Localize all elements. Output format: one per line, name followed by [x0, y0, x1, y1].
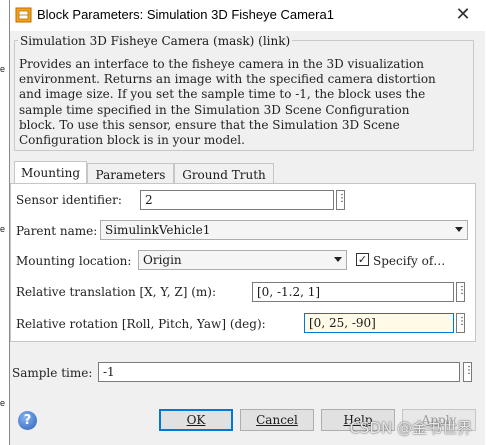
ok-button-label: OK: [186, 413, 206, 427]
sample-time-label: Sample time:: [12, 366, 93, 380]
mask-title: Simulation 3D Fisheye Camera (mask) (lin…: [18, 34, 293, 48]
tab-ground-truth[interactable]: Ground Truth: [174, 163, 274, 185]
relative-translation-field[interactable]: [0, -1.2, 1]: [252, 282, 454, 302]
mask-description: Provides an interface to the fisheye cam…: [19, 57, 436, 148]
specify-offset-label: Specify of…: [373, 254, 446, 268]
sample-time-more-icon[interactable]: ⋮: [463, 362, 474, 382]
active-tab-joiner: [15, 184, 88, 186]
cancel-button[interactable]: Cancel: [240, 409, 314, 431]
parent-name-value: SimulinkVehicle1: [105, 223, 211, 237]
mounting-location-dropdown[interactable]: Origin: [138, 250, 347, 270]
background-text-fragment: e: [0, 64, 6, 74]
relative-translation-more-icon[interactable]: ⋮: [456, 282, 467, 302]
mounting-location-label: Mounting location:: [16, 254, 132, 268]
close-icon[interactable]: ✕: [450, 2, 476, 28]
sensor-identifier-field[interactable]: 2: [140, 190, 334, 210]
sensor-identifier-label: Sensor identifier:: [16, 193, 122, 207]
window-title: Block Parameters: Simulation 3D Fisheye …: [37, 7, 334, 22]
sensor-identifier-more-icon[interactable]: ⋮: [336, 190, 347, 210]
sample-time-field[interactable]: -1: [98, 362, 460, 382]
help-icon[interactable]: ?: [18, 411, 37, 430]
simulink-block-icon: [15, 7, 32, 23]
cancel-button-label: Cancel: [256, 413, 298, 427]
ok-button[interactable]: OK: [159, 409, 233, 431]
mounting-location-value: Origin: [143, 253, 182, 267]
parent-name-dropdown[interactable]: SimulinkVehicle1: [100, 220, 468, 240]
parent-name-label: Parent name:: [16, 224, 98, 238]
relative-translation-label: Relative translation [X, Y, Z] (m):: [16, 285, 216, 299]
background-text-fragment: e: [0, 398, 6, 408]
background-text-fragment: e: [0, 224, 6, 234]
chevron-down-icon: [334, 257, 342, 262]
relative-rotation-field[interactable]: [0, 25, -90]: [304, 313, 454, 333]
csdn-watermark: CSDN @金书世界: [349, 419, 472, 437]
tab-mounting[interactable]: Mounting: [14, 161, 87, 185]
relative-rotation-label: Relative rotation [Roll, Pitch, Yaw] (de…: [16, 317, 266, 331]
tab-parameters[interactable]: Parameters: [87, 163, 174, 185]
specify-offset-checkbox[interactable]: ✓: [356, 253, 369, 266]
chevron-down-icon: [455, 227, 463, 232]
relative-rotation-more-icon[interactable]: ⋮: [456, 313, 467, 333]
